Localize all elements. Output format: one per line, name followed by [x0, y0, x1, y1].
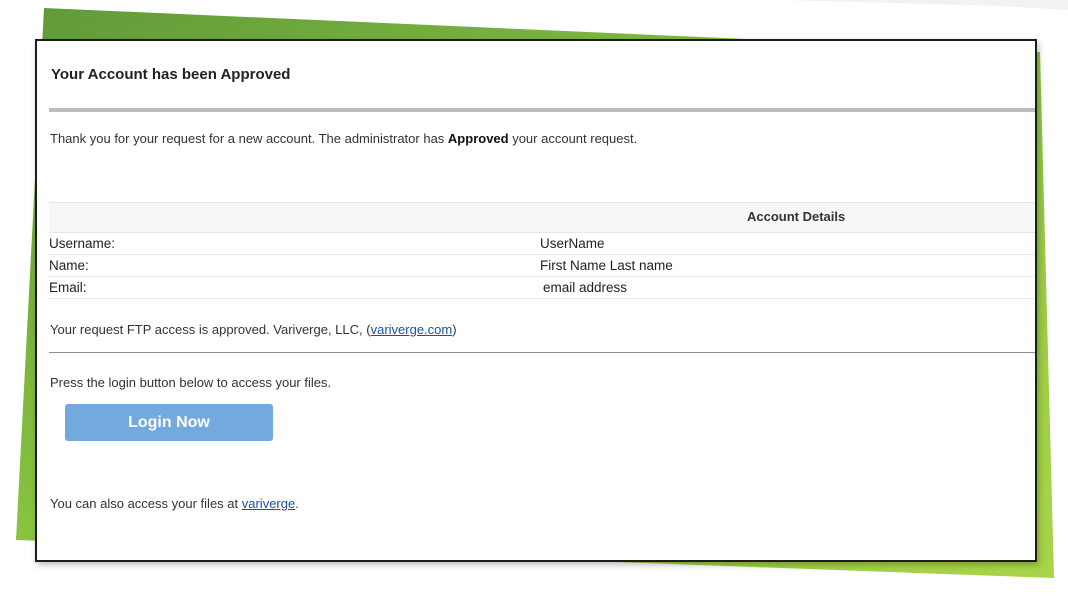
alternate-access-label: You can also access your files at [50, 496, 242, 511]
account-details-table: Account Details Username: UserName Name:… [49, 202, 1035, 299]
login-now-button[interactable]: Login Now [65, 404, 273, 441]
table-row-name: Name: First Name Last name [49, 255, 1035, 277]
alternate-access-text: You can also access your files at varive… [50, 496, 299, 511]
table-row-username: Username: UserName [49, 233, 1035, 255]
variverge-link[interactable]: variverge [242, 496, 295, 511]
title-divider [49, 108, 1035, 112]
username-label: Username: [49, 236, 116, 251]
intro-status-approved: Approved [447, 131, 509, 146]
email-preview-stage: Your Account has been Approved Thank you… [0, 0, 1068, 596]
name-value: First Name Last name [540, 258, 673, 273]
intro-text: Thank you for your request for a new acc… [50, 131, 637, 146]
ftp-text-after: ) [452, 322, 457, 337]
account-details-title: Account Details [747, 209, 846, 224]
intro-text-before: Thank you for your request for a new acc… [50, 131, 448, 146]
alternate-access-after: . [295, 496, 299, 511]
username-value: UserName [540, 236, 605, 251]
name-label: Name: [49, 258, 89, 273]
section-divider [49, 352, 1035, 353]
email-value: email address [543, 280, 628, 295]
ftp-text: Your request FTP access is approved. Var… [50, 322, 371, 337]
approval-email-card: Your Account has been Approved Thank you… [35, 39, 1037, 562]
variverge-com-link[interactable]: variverge.com [371, 322, 453, 337]
intro-text-after: your account request. [508, 131, 638, 146]
account-details-header: Account Details [49, 202, 1035, 233]
table-row-email: Email: email address [49, 277, 1035, 299]
login-instructions: Press the login button below to access y… [50, 375, 332, 390]
ftp-approval-text: Your request FTP access is approved. Var… [50, 322, 457, 337]
page-title: Your Account has been Approved [51, 66, 291, 83]
email-label: Email: [49, 280, 87, 295]
